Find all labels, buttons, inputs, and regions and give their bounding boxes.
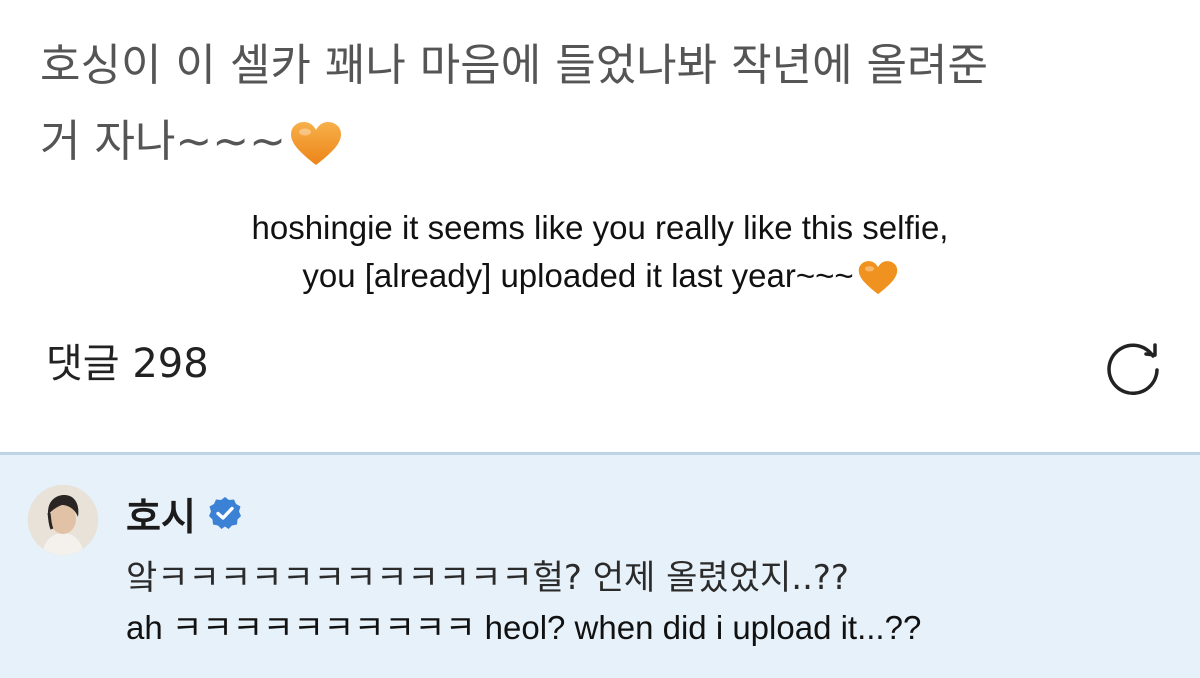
refresh-button[interactable] (1098, 332, 1168, 402)
orange-heart-icon-small (858, 261, 897, 295)
avatar[interactable] (28, 485, 98, 555)
translation-caption: hoshingie it seems like you really like … (0, 204, 1200, 300)
comment-author-name[interactable]: 호시 (126, 486, 196, 541)
orange-heart-icon (291, 122, 342, 165)
translation-line-1: hoshingie it seems like you really like … (251, 209, 949, 246)
comment-card: 호시 앜ㅋㅋㅋㅋㅋㅋㅋㅋㅋㅋㅋㅋ헐? 언제 올렸었지..?? ah ㅋㅋㅋㅋㅋㅋ… (0, 452, 1200, 678)
post-body: 호싱이 이 셀카 꽤나 마음에 들었나봐 작년에 올려준 거 자나~~~ (40, 28, 1170, 180)
comments-header: 댓글 298 (46, 334, 209, 394)
verified-badge-icon (208, 497, 241, 529)
avatar-image (28, 485, 98, 555)
comment-author-row: 호시 (126, 485, 242, 541)
post-body-line-1: 호싱이 이 셀카 꽤나 마음에 들었나봐 작년에 올려준 (40, 40, 988, 91)
refresh-icon (1107, 343, 1159, 396)
comments-label: 댓글 (46, 341, 120, 387)
comment-text: 앜ㅋㅋㅋㅋㅋㅋㅋㅋㅋㅋㅋㅋ헐? 언제 올렸었지..?? (126, 558, 849, 598)
post-body-line-2-text: 거 자나~~~ (40, 116, 287, 167)
comment-translation: ah ㅋㅋㅋㅋㅋㅋㅋㅋㅋㅋ heol? when did i upload it… (126, 609, 922, 646)
translation-line-2-text: you [already] uploaded it last year~~~ (302, 257, 854, 294)
translation-line-2: you [already] uploaded it last year~~~ (0, 252, 1200, 300)
comments-count: 298 (132, 341, 209, 387)
post-body-line-2: 거 자나~~~ (40, 104, 1170, 180)
